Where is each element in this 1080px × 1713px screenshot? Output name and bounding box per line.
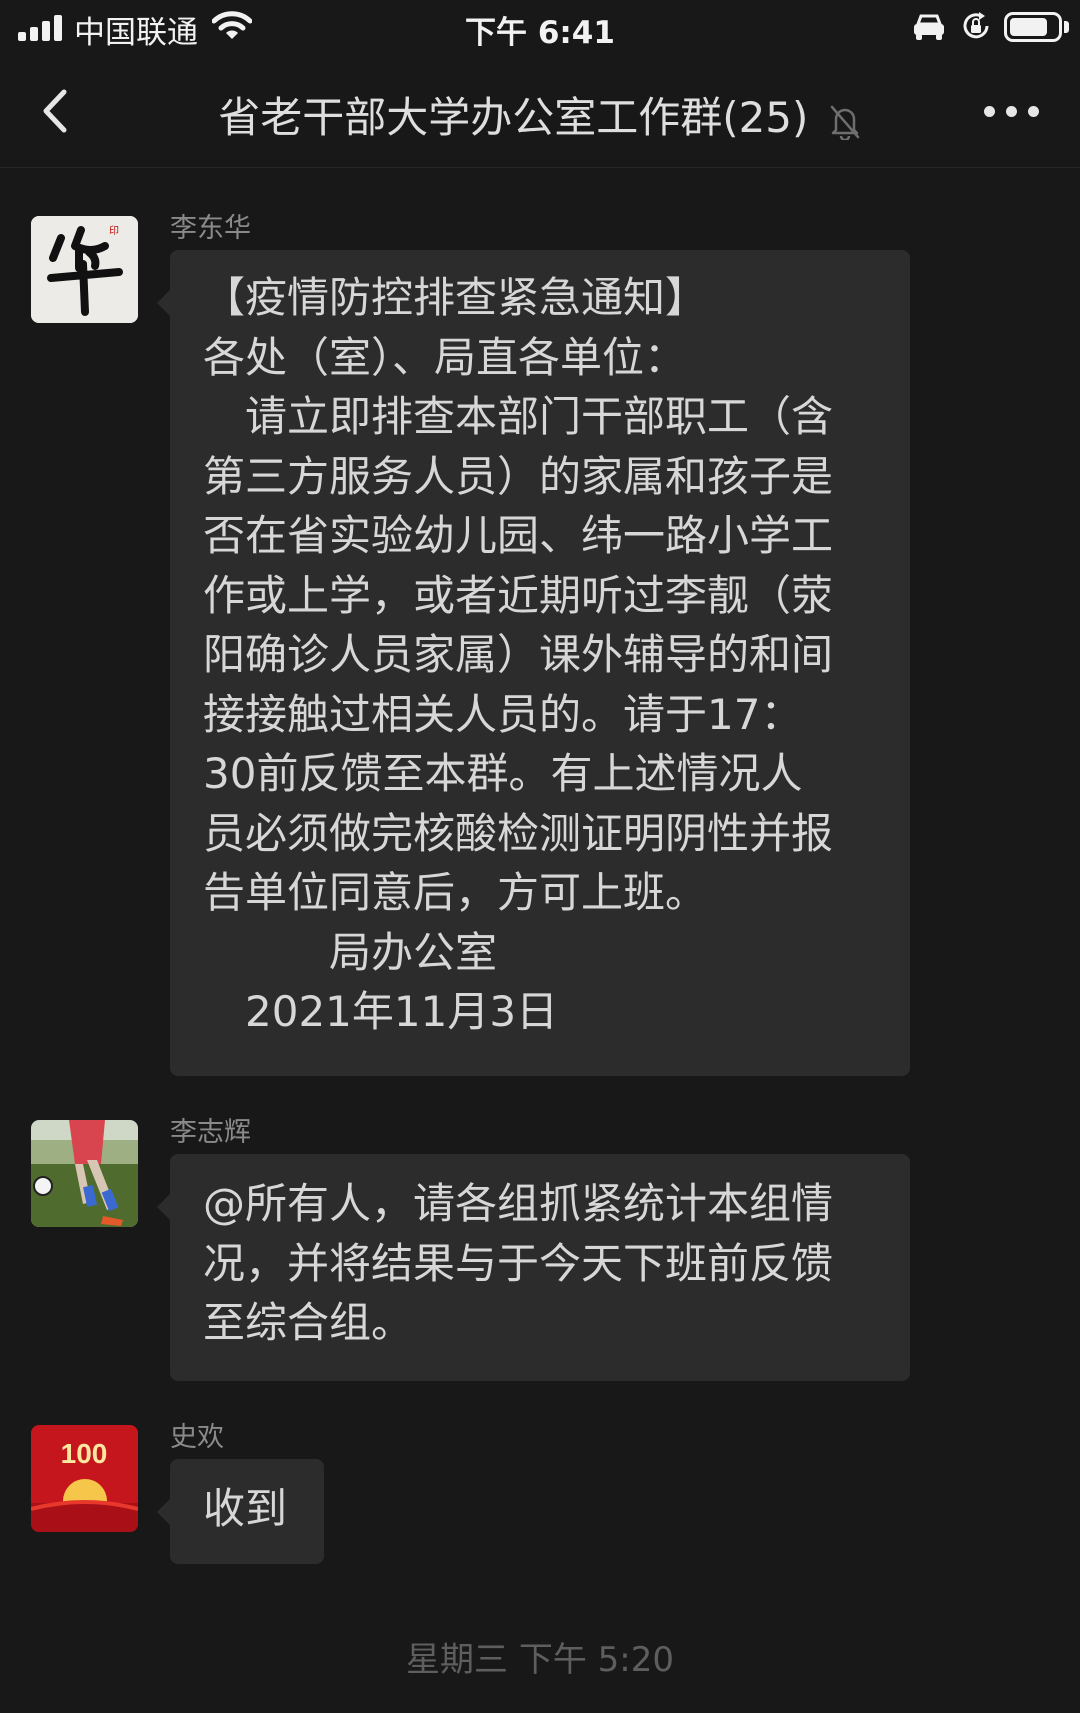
message-bubble[interactable]: 收到 bbox=[157, 1459, 324, 1564]
status-bar: 中国联通 下午 6:41 bbox=[0, 0, 1080, 56]
message-line: 作或上学，或者近期听过李靓（荥 bbox=[203, 570, 834, 620]
message-line: @所有人，请各组抓紧统计本组情 bbox=[203, 1179, 834, 1228]
soccer-player-avatar-image bbox=[31, 1120, 138, 1227]
chat-screen: 中国联通 下午 6:41 省老干部大学办公室工作群(25) 印 李东华 【疫情防… bbox=[0, 0, 1080, 1713]
avatar[interactable] bbox=[31, 1120, 138, 1227]
battery-icon bbox=[1004, 12, 1062, 42]
bell-off-icon bbox=[830, 105, 860, 140]
message-line: 局办公室 bbox=[203, 927, 498, 977]
rotation-lock-icon bbox=[963, 12, 989, 39]
avatar[interactable]: 100 bbox=[31, 1425, 138, 1532]
message-line: 况，并将结果与于今天下班前反馈 bbox=[203, 1238, 834, 1288]
timestamp: 星期三 下午 5:20 bbox=[406, 1640, 674, 1680]
sender-name: 李东华 bbox=[170, 213, 251, 244]
avatar[interactable]: 印 bbox=[31, 216, 138, 323]
message-bubble[interactable]: @所有人，请各组抓紧统计本组情 况，并将结果与于今天下班前反馈 至综合组。 bbox=[157, 1154, 910, 1381]
car-icon bbox=[914, 14, 944, 40]
chat-title: 省老干部大学办公室工作群(25) bbox=[0, 84, 1080, 145]
message-line: 2021年11月3日 bbox=[203, 987, 559, 1036]
chat-header: 省老干部大学办公室工作群(25) bbox=[0, 56, 1080, 168]
message-line: 阳确诊人员家属）课外辅导的和间 bbox=[203, 630, 834, 679]
message-line: 各处（室）、局直各单位： bbox=[203, 332, 687, 382]
group-name: 省老干部大学办公室工作群(25) bbox=[218, 93, 809, 142]
message-line: 否在省实验幼儿园、纬一路小学工 bbox=[203, 511, 834, 560]
avatar-100-text: 100 bbox=[61, 1438, 108, 1469]
message-line: 收到 bbox=[203, 1484, 288, 1533]
message-line: 接接触过相关人员的。请于17： bbox=[203, 689, 803, 739]
svg-text:印: 印 bbox=[109, 225, 119, 237]
message-line: 请立即排查本部门干部职工（含 bbox=[203, 392, 834, 441]
message-line: 第三方服务人员）的家属和孩子是 bbox=[203, 451, 834, 501]
message-line: 员必须做完核酸检测证明阴性并报 bbox=[203, 808, 834, 858]
message-bubble[interactable]: 【疫情防控排查紧急通知】 各处（室）、局直各单位： 请立即排查本部门干部职工（含… bbox=[157, 250, 910, 1076]
more-options-button[interactable] bbox=[976, 94, 1048, 130]
calligraphy-avatar-image: 印 bbox=[31, 216, 138, 323]
sender-name: 史欢 bbox=[170, 1422, 224, 1453]
message-line: 至综合组。 bbox=[203, 1298, 414, 1347]
battery-cap bbox=[1064, 21, 1069, 33]
sender-name: 李志辉 bbox=[170, 1117, 251, 1148]
message-line: 告单位同意后，方可上班。 bbox=[203, 868, 708, 917]
anniversary-avatar-image: 100 bbox=[31, 1425, 138, 1532]
message-line: 30前反馈至本群。有上述情况人 bbox=[203, 749, 803, 798]
message-line: 【疫情防控排查紧急通知】 bbox=[203, 273, 708, 322]
